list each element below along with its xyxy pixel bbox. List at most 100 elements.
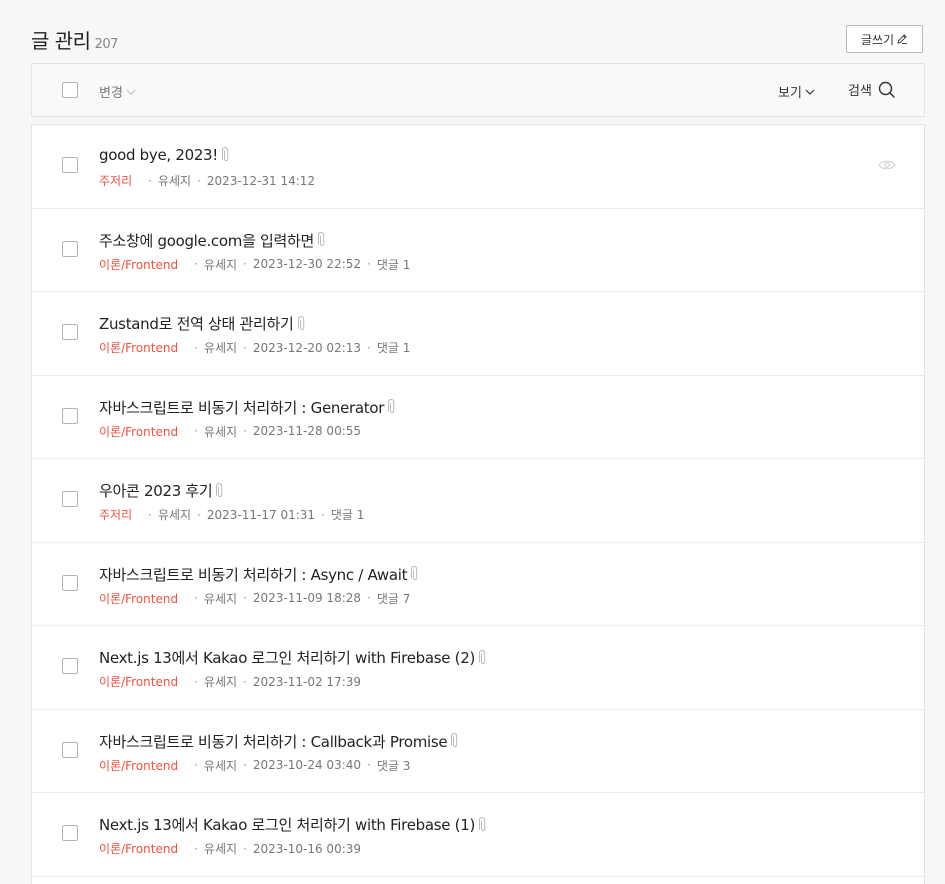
meta-separator: ·	[243, 591, 247, 605]
meta-separator: ·	[367, 758, 371, 772]
post-date: 2023-11-02 17:39	[252, 674, 362, 689]
page-header: 글 관리 207 글쓰기	[31, 25, 925, 57]
search-button[interactable]: 검색	[848, 80, 896, 99]
meta-separator: ·	[243, 841, 247, 856]
select-all-checkbox[interactable]	[62, 82, 78, 98]
post-category[interactable]: 이론/Frontend	[99, 423, 178, 440]
post-comments[interactable]: 댓글 3	[377, 757, 411, 774]
search-label: 검색	[848, 84, 872, 99]
post-author: 유세지	[157, 174, 192, 188]
post-title-text: 주소창에 google.com을 입력하면	[99, 231, 315, 250]
post-date: 2023-12-20 02:13	[252, 340, 362, 355]
post-category[interactable]: 이론/Frontend	[99, 590, 178, 607]
post-category[interactable]: 주저리	[99, 172, 132, 189]
meta-separator: ·	[194, 758, 198, 772]
meta-separator: ·	[243, 340, 247, 355]
meta-separator: ·	[194, 841, 198, 856]
post-meta: 이론/Frontend · 유세지 · 2023-12-30 22:52 · 댓…	[99, 256, 410, 273]
paperclip-icon	[297, 315, 304, 330]
meta-separator: ·	[194, 424, 198, 438]
post-checkbox[interactable]	[62, 407, 78, 424]
page-title: 글 관리 207	[31, 25, 118, 54]
post-title-text: 자바스크립트로 비동기 처리하기 : Callback과 Promise	[99, 732, 448, 751]
post-title-text: 자바스크립트로 비동기 처리하기 : Generator	[99, 398, 385, 417]
meta-separator: ·	[243, 758, 247, 772]
post-row: good bye, 2023! 주저리 · 유세지 · 2023-12-31 1…	[32, 125, 924, 209]
post-row: 자바스크립트로 비동기 처리하기 : Generator 이론/Frontend…	[32, 376, 924, 459]
post-title[interactable]: 자바스크립트로 비동기 처리하기 : Generator	[99, 397, 396, 418]
meta-separator: ·	[367, 591, 371, 605]
post-title[interactable]: Zustand로 전역 상태 관리하기	[99, 313, 306, 334]
post-category[interactable]: 이론/Frontend	[99, 339, 178, 356]
meta-separator: ·	[367, 340, 371, 355]
chevron-down-icon	[126, 89, 136, 95]
post-author: 유세지	[203, 591, 238, 606]
post-author: 유세지	[203, 842, 238, 856]
post-row: 자바스크립트로 비동기 처리하기 : Async / Await 이론/Fron…	[32, 543, 924, 626]
post-date: 2023-12-31 14:12	[206, 173, 316, 188]
post-checkbox[interactable]	[62, 324, 78, 340]
paperclip-icon	[479, 816, 486, 831]
view-dropdown[interactable]: 보기	[778, 82, 815, 101]
write-button[interactable]: 글쓰기	[846, 25, 923, 53]
post-title[interactable]: good bye, 2023!	[99, 146, 230, 164]
paperclip-icon	[451, 733, 458, 748]
post-title-text: Zustand로 전역 상태 관리하기	[99, 315, 294, 333]
post-date: 2023-11-09 18:28	[252, 591, 362, 605]
paperclip-icon	[479, 649, 486, 664]
post-checkbox[interactable]	[62, 574, 78, 591]
post-title[interactable]: 주소창에 google.com을 입력하면	[99, 230, 326, 251]
post-meta: 주저리 · 유세지 · 2023-11-17 01:31 · 댓글 1	[99, 506, 364, 523]
post-checkbox[interactable]	[62, 741, 78, 758]
post-title[interactable]: 자바스크립트로 비동기 처리하기 : Callback과 Promise	[99, 731, 459, 752]
post-title-text: good bye, 2023!	[99, 146, 219, 164]
post-comments[interactable]: 댓글 1	[331, 506, 365, 523]
change-dropdown[interactable]: 변경	[99, 82, 136, 101]
post-author: 유세지	[203, 424, 238, 439]
post-category[interactable]: 이론/Frontend	[99, 840, 178, 857]
post-category[interactable]: 이론/Frontend	[99, 256, 178, 273]
post-meta: 이론/Frontend · 유세지 · 2023-12-20 02:13 · 댓…	[99, 339, 410, 356]
post-checkbox[interactable]	[62, 825, 78, 841]
post-author: 유세지	[203, 341, 238, 355]
post-title[interactable]: 우아콘 2023 후기	[99, 480, 224, 501]
eye-icon[interactable]	[878, 159, 896, 171]
post-category[interactable]: 이론/Frontend	[99, 757, 178, 774]
post-meta: 이론/Frontend · 유세지 · 2023-11-02 17:39	[99, 673, 361, 690]
meta-separator: ·	[197, 173, 201, 188]
post-title[interactable]: Next.js 13에서 Kakao 로그인 처리하기 with Firebas…	[99, 814, 487, 835]
post-comments[interactable]: 댓글 1	[377, 339, 411, 356]
post-comments[interactable]: 댓글 1	[377, 256, 411, 273]
post-checkbox[interactable]	[62, 658, 78, 674]
post-row: 주소창에 google.com을 입력하면 이론/Frontend · 유세지 …	[32, 209, 924, 292]
meta-separator: ·	[367, 257, 371, 271]
meta-separator: ·	[194, 591, 198, 605]
meta-separator: ·	[243, 674, 247, 689]
post-title[interactable]: 자바스크립트로 비동기 처리하기 : Async / Await	[99, 564, 419, 585]
post-checkbox[interactable]	[62, 491, 78, 507]
post-category[interactable]: 이론/Frontend	[99, 673, 178, 690]
paperclip-icon	[411, 566, 418, 581]
pencil-icon	[897, 34, 908, 44]
post-count: 207	[94, 37, 119, 52]
meta-separator: ·	[194, 674, 198, 689]
post-category[interactable]: 주저리	[99, 506, 132, 523]
post-date: 2023-11-17 01:31	[206, 507, 316, 522]
post-meta: 이론/Frontend · 유세지 · 2023-11-09 18:28 · 댓…	[99, 590, 410, 607]
meta-separator: ·	[243, 424, 247, 438]
write-button-label: 글쓰기	[860, 32, 895, 47]
post-title-text: 자바스크립트로 비동기 처리하기 : Async / Await	[99, 565, 408, 584]
paperclip-icon	[216, 482, 223, 497]
post-date: 2023-12-30 22:52	[252, 257, 362, 271]
meta-separator: ·	[194, 257, 198, 271]
post-comments[interactable]: 댓글 7	[377, 590, 411, 607]
post-checkbox[interactable]	[62, 157, 78, 173]
post-title[interactable]: Next.js 13에서 Kakao 로그인 처리하기 with Firebas…	[99, 647, 487, 668]
chevron-down-icon	[805, 89, 815, 95]
post-checkbox[interactable]	[62, 240, 78, 257]
post-list: good bye, 2023! 주저리 · 유세지 · 2023-12-31 1…	[31, 124, 925, 884]
post-meta: 주저리 · 유세지 · 2023-12-31 14:12	[99, 172, 315, 189]
post-meta: 이론/Frontend · 유세지 · 2023-10-16 00:39	[99, 840, 361, 857]
post-row: 우아콘 2023 후기 주저리 · 유세지 · 2023-11-17 01:31…	[32, 459, 924, 543]
post-date: 2023-10-24 03:40	[252, 758, 362, 772]
